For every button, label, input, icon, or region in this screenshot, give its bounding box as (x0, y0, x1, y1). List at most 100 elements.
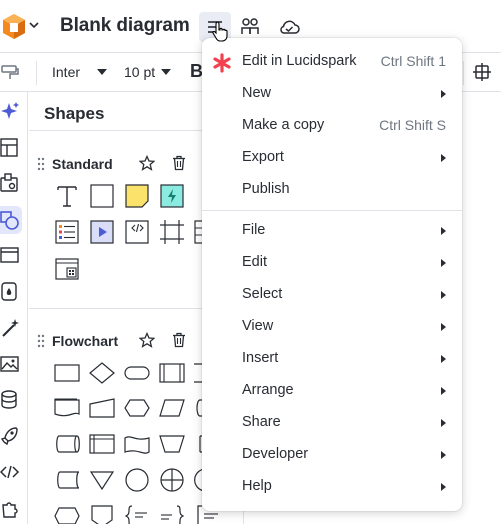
menu-item-label: Insert (242, 350, 279, 366)
chevron-down-icon (97, 69, 107, 75)
menu-item-developer[interactable]: Developer (202, 439, 462, 471)
rectangle-shape-icon[interactable] (88, 182, 116, 210)
page-layout-icon[interactable] (0, 136, 20, 158)
predefined-process-icon[interactable] (158, 359, 186, 387)
menu-item-label: Arrange (242, 382, 294, 398)
cloud-icon[interactable] (278, 16, 300, 38)
decision-shape-icon[interactable] (88, 359, 116, 387)
submenu-arrow-icon (441, 323, 446, 331)
library-name: Flowchart (52, 333, 119, 349)
mouse-pointer-icon (212, 21, 228, 42)
format-painter-icon[interactable] (0, 63, 20, 83)
menu-item-label: New (242, 85, 272, 101)
library-name: Standard (52, 156, 113, 172)
shapes-icon[interactable] (0, 209, 20, 231)
left-tool-rail (0, 92, 28, 524)
lucidspark-icon (213, 53, 231, 73)
submenu-arrow-icon (441, 483, 446, 491)
crop-frame-icon[interactable] (472, 62, 492, 82)
menu-item-shortcut: Ctrl Shift S (379, 117, 446, 133)
integrations-icon[interactable] (0, 497, 20, 519)
menu-item-arrange[interactable]: Arrange (202, 375, 462, 407)
stored-data-icon[interactable] (53, 466, 81, 494)
manual-operation-icon[interactable] (158, 430, 186, 458)
menu-item-publish[interactable]: Publish (202, 174, 462, 206)
menu-item-label: Export (242, 149, 284, 165)
chevron-down-icon (161, 69, 171, 75)
trash-icon[interactable] (171, 155, 187, 171)
action-shape-icon[interactable] (158, 182, 186, 210)
submenu-arrow-icon (441, 227, 446, 235)
video-shape-icon[interactable] (88, 218, 116, 246)
frame-shape-icon[interactable] (158, 218, 186, 246)
font-family-select[interactable]: Inter (52, 64, 80, 80)
drag-handle-icon[interactable] (37, 334, 45, 348)
data-icon[interactable] (0, 389, 20, 411)
submenu-arrow-icon (441, 451, 446, 459)
menu-item-label: Publish (242, 181, 290, 197)
menu-item-label: Edit (242, 254, 267, 270)
submenu-arrow-icon (441, 291, 446, 299)
menu-divider (202, 210, 462, 211)
menu-item-view[interactable]: View (202, 311, 462, 343)
menu-item-label: Help (242, 478, 272, 494)
menu-item-label: Make a copy (242, 117, 325, 133)
submenu-arrow-icon (441, 154, 446, 162)
off-page-reference-icon[interactable] (88, 502, 116, 524)
data-io-shape-icon[interactable] (158, 394, 186, 422)
sticky-note-icon[interactable] (123, 182, 151, 210)
menu-item-select[interactable]: Select (202, 279, 462, 311)
submenu-arrow-icon (441, 355, 446, 363)
menu-item-shortcut: Ctrl Shift 1 (380, 53, 446, 69)
document-title[interactable]: Blank diagram (60, 15, 190, 37)
annotation-brace-icon[interactable] (123, 502, 151, 524)
multi-document-icon[interactable] (53, 394, 81, 422)
punched-tape-icon[interactable] (123, 430, 151, 458)
menu-item-export[interactable]: Export (202, 142, 462, 174)
data-card-icon[interactable] (53, 255, 81, 283)
summing-junction-icon[interactable] (158, 466, 186, 494)
star-icon[interactable] (139, 155, 155, 171)
sparkle-icon[interactable] (0, 100, 20, 122)
manual-input-icon[interactable] (88, 394, 116, 422)
list-shape-icon[interactable] (53, 218, 81, 246)
menu-item-file[interactable]: File (202, 215, 462, 247)
annotation-brace-right-icon[interactable] (158, 502, 186, 524)
menu-item-insert[interactable]: Insert (202, 343, 462, 375)
containers-icon[interactable] (0, 172, 20, 194)
main-menu-dropdown: Edit in Lucidspark Ctrl Shift 1 New Make… (202, 38, 462, 511)
chevron-down-icon[interactable] (29, 21, 39, 29)
submenu-arrow-icon (441, 259, 446, 267)
connector-circle-icon[interactable] (123, 466, 151, 494)
people-icon[interactable] (239, 16, 261, 38)
menu-item-make-a-copy[interactable]: Make a copy Ctrl Shift S (202, 110, 462, 142)
terminator-shape-icon[interactable] (123, 359, 151, 387)
off-page-link-icon[interactable] (53, 502, 81, 524)
text-shape-icon[interactable] (53, 182, 81, 210)
internal-storage-icon[interactable] (88, 430, 116, 458)
font-size-select[interactable]: 10 pt (124, 64, 155, 80)
preparation-shape-icon[interactable] (123, 394, 151, 422)
code-icon[interactable] (0, 461, 20, 483)
menu-item-share[interactable]: Share (202, 407, 462, 439)
frames-icon[interactable] (0, 244, 20, 266)
panel-title: Shapes (44, 104, 105, 123)
drag-handle-icon[interactable] (37, 157, 45, 171)
direct-access-storage-icon[interactable] (53, 430, 81, 458)
menu-item-help[interactable]: Help (202, 471, 462, 503)
lucid-logo-icon[interactable] (0, 12, 28, 40)
image-icon[interactable] (0, 353, 20, 375)
menu-item-edit[interactable]: Edit (202, 247, 462, 279)
submenu-arrow-icon (441, 90, 446, 98)
code-block-icon[interactable] (123, 218, 151, 246)
rocket-icon[interactable] (0, 425, 20, 447)
color-fill-icon[interactable] (0, 280, 20, 302)
merge-shape-icon[interactable] (88, 466, 116, 494)
submenu-arrow-icon (441, 419, 446, 427)
menu-item-new[interactable]: New (202, 78, 462, 110)
trash-icon[interactable] (171, 332, 187, 348)
process-shape-icon[interactable] (53, 359, 81, 387)
magic-wand-icon[interactable] (0, 317, 20, 339)
menu-item-edit-in-lucidspark[interactable]: Edit in Lucidspark Ctrl Shift 1 (202, 46, 462, 78)
star-icon[interactable] (139, 332, 155, 348)
